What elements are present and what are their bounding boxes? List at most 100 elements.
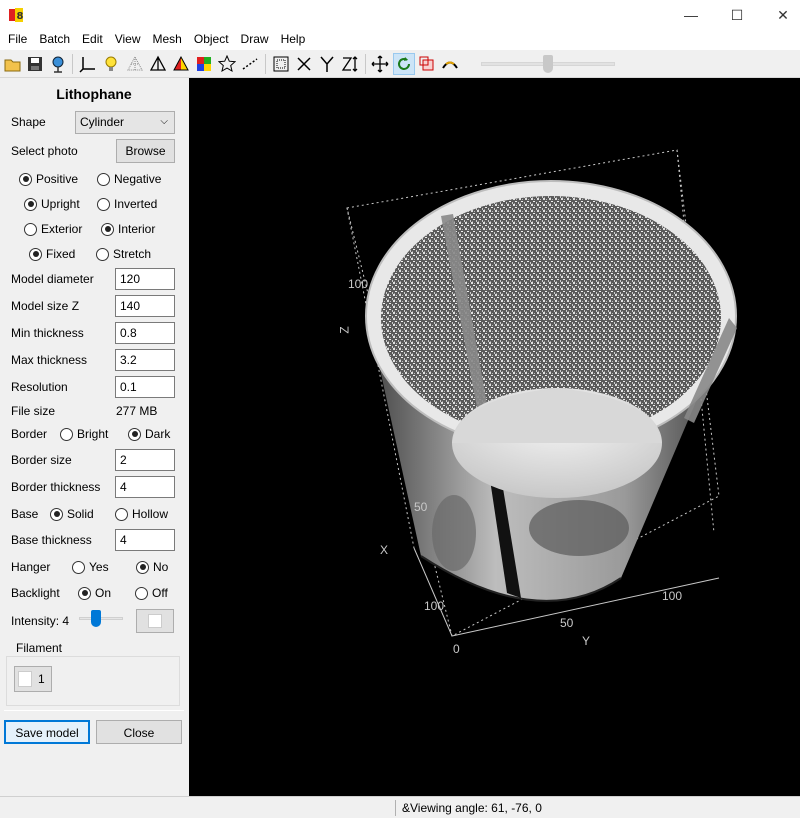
close-button[interactable]: Close — [96, 720, 182, 744]
model-diameter-field[interactable]: 120 — [115, 268, 175, 290]
panel-divider — [4, 710, 184, 711]
x-axis-icon[interactable] — [293, 53, 315, 75]
interior-label: Interior — [118, 222, 156, 236]
dotted-line-icon[interactable] — [239, 53, 261, 75]
max-thickness-label: Max thickness — [11, 353, 88, 367]
y-axis-label: Y — [582, 634, 591, 648]
border-label: Border — [11, 427, 48, 441]
positive-radio[interactable]: Positive — [19, 172, 78, 186]
open-folder-icon[interactable] — [2, 53, 24, 75]
menu-draw[interactable]: Draw — [235, 30, 275, 50]
color-swatch — [148, 614, 162, 628]
y-axis-icon[interactable] — [316, 53, 338, 75]
bounding-box-icon[interactable] — [270, 53, 292, 75]
star-icon[interactable] — [216, 53, 238, 75]
color-palette-icon[interactable] — [193, 53, 215, 75]
model-diameter-label: Model diameter — [11, 272, 94, 286]
save-model-button[interactable]: Save model — [4, 720, 90, 744]
rotate-icon[interactable] — [393, 53, 415, 75]
inverted-radio[interactable]: Inverted — [97, 197, 157, 211]
inverted-label: Inverted — [114, 197, 158, 211]
close-window-button[interactable]: ✕ — [760, 0, 800, 30]
base-label: Base — [11, 507, 39, 521]
intensity-slider-track[interactable] — [79, 617, 123, 620]
toolbar-slider-thumb[interactable] — [543, 55, 553, 73]
min-thickness-field[interactable]: 0.8 — [115, 322, 175, 344]
stretch-radio[interactable]: Stretch — [96, 247, 151, 261]
border-thickness-field[interactable]: 4 — [115, 476, 175, 498]
backlight-off-radio[interactable]: Off — [135, 586, 168, 600]
globe-antenna-icon[interactable] — [47, 53, 69, 75]
filament-1-button[interactable]: 1 — [14, 666, 52, 692]
arc-icon[interactable] — [439, 53, 461, 75]
model-size-z-label: Model size Z — [11, 299, 80, 313]
model-size-z-field[interactable]: 140 — [115, 295, 175, 317]
title-bar: 8 — ☐ ✕ — [0, 0, 800, 30]
status-bar: &Viewing angle: 61, -76, 0 — [0, 796, 800, 818]
border-size-field[interactable]: 2 — [115, 449, 175, 471]
menu-help[interactable]: Help — [275, 30, 312, 50]
backlight-label: Backlight — [11, 586, 60, 600]
z-tick-100: 100 — [348, 277, 369, 291]
solid-radio[interactable]: Solid — [50, 507, 94, 521]
lithophane-model-render — [346, 149, 737, 637]
y-tick-50: 50 — [560, 616, 574, 630]
chevron-down-icon: ⌵ — [160, 116, 168, 127]
status-divider — [395, 800, 396, 816]
move-icon[interactable] — [369, 53, 391, 75]
dark-radio[interactable]: Dark — [128, 427, 170, 441]
menu-mesh[interactable]: Mesh — [147, 30, 188, 50]
menu-view[interactable]: View — [109, 30, 147, 50]
3d-viewport[interactable]: 100 Z 50 X 100 0 50 Y 100 — [189, 78, 800, 796]
hollow-radio[interactable]: Hollow — [115, 507, 168, 521]
scale-cube-icon[interactable] — [416, 53, 438, 75]
menu-object[interactable]: Object — [188, 30, 235, 50]
menu-batch[interactable]: Batch — [33, 30, 76, 50]
solid-label: Solid — [67, 507, 94, 521]
hanger-no-radio[interactable]: No — [136, 560, 168, 574]
file-size-value: 277 MB — [116, 404, 158, 418]
fixed-radio[interactable]: Fixed — [29, 247, 75, 261]
resolution-field[interactable]: 0.1 — [115, 376, 175, 398]
axes-icon[interactable] — [77, 53, 99, 75]
minimize-button[interactable]: — — [668, 0, 714, 30]
menu-file[interactable]: File — [2, 30, 33, 50]
browse-button[interactable]: Browse — [116, 139, 175, 163]
menu-edit[interactable]: Edit — [76, 30, 109, 50]
exterior-radio[interactable]: Exterior — [24, 222, 82, 236]
upright-radio[interactable]: Upright — [24, 197, 80, 211]
pyramid-outline-icon[interactable] — [147, 53, 169, 75]
maximize-button[interactable]: ☐ — [714, 0, 760, 30]
border-thickness-label: Border thickness — [11, 480, 101, 494]
resolution-label: Resolution — [11, 380, 68, 394]
border-size-label: Border size — [11, 453, 72, 467]
z-axis-label: Z — [337, 326, 352, 334]
light-bulb-icon[interactable] — [100, 53, 122, 75]
bright-label: Bright — [77, 427, 109, 441]
base-thickness-field[interactable]: 4 — [115, 529, 175, 551]
backlight-on-radio[interactable]: On — [78, 586, 111, 600]
toolbar — [0, 50, 800, 78]
negative-radio[interactable]: Negative — [97, 172, 161, 186]
bright-radio[interactable]: Bright — [60, 427, 108, 441]
x-tick-100: 100 — [424, 599, 445, 613]
backlight-color-button[interactable] — [136, 609, 174, 633]
wireframe-pyramid-icon[interactable] — [124, 53, 146, 75]
hanger-yes-radio[interactable]: Yes — [72, 560, 109, 574]
yes-label: Yes — [89, 560, 109, 574]
no-label: No — [153, 560, 169, 574]
intensity-slider-thumb[interactable] — [91, 610, 101, 627]
interior-radio[interactable]: Interior — [101, 222, 155, 236]
exterior-label: Exterior — [41, 222, 83, 236]
y-tick-0: 0 — [453, 642, 460, 656]
shape-select[interactable]: Cylinder ⌵ — [75, 111, 175, 134]
file-size-label: File size — [11, 404, 56, 418]
pyramid-colored-icon[interactable] — [170, 53, 192, 75]
max-thickness-field[interactable]: 3.2 — [115, 349, 175, 371]
app-logo-icon: 8 — [9, 8, 24, 22]
min-thickness-label: Min thickness — [11, 326, 84, 340]
intensity-label: Intensity: 4 — [11, 614, 70, 628]
base-thickness-label: Base thickness — [11, 533, 92, 547]
z-axis-icon[interactable] — [339, 53, 361, 75]
save-icon[interactable] — [24, 53, 46, 75]
